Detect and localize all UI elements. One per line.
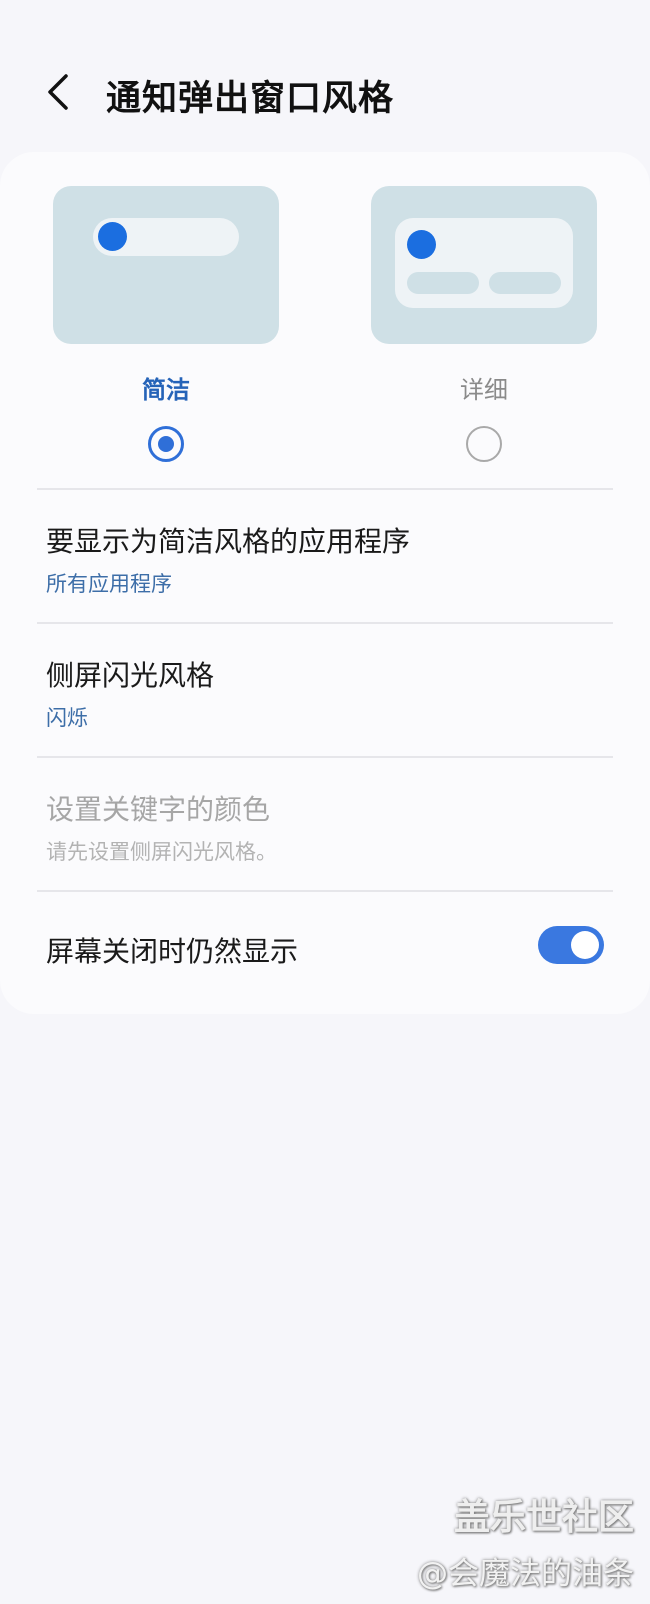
setting-title: 设置关键字的颜色 (46, 793, 271, 826)
simple-style-label[interactable]: 简洁 (53, 370, 279, 405)
preview-dot-icon (407, 230, 436, 259)
setting-title: 侧屏闪光风格 (46, 659, 215, 692)
setting-title: 要显示为简洁风格的应用程序 (46, 525, 411, 558)
detailed-style-preview[interactable] (371, 186, 597, 344)
setting-value: 闪烁 (46, 706, 88, 730)
show-when-screen-off-setting[interactable]: 屏幕关闭时仍然显示 (0, 892, 650, 1002)
detailed-style-label[interactable]: 详细 (371, 370, 597, 405)
preview-action-bar (489, 272, 561, 294)
edge-flash-style-setting[interactable]: 侧屏闪光风格 闪烁 (0, 624, 650, 756)
detailed-style-radio[interactable] (466, 426, 502, 462)
simple-style-radio[interactable] (148, 426, 184, 462)
preview-notification-card (395, 218, 573, 308)
chevron-left-icon (48, 74, 68, 110)
simple-apps-setting[interactable]: 要显示为简洁风格的应用程序 所有应用程序 (0, 490, 650, 622)
keyword-color-setting: 设置关键字的颜色 请先设置侧屏闪光风格。 (0, 758, 650, 890)
preview-action-bar (407, 272, 479, 294)
watermark-author: @会魔法的油条 (417, 1556, 634, 1592)
preview-dot-icon (98, 222, 127, 251)
back-button[interactable] (40, 68, 80, 116)
page-title: 通知弹出窗口风格 (106, 79, 395, 119)
toggle-knob (571, 931, 599, 959)
top-app-bar: 通知弹出窗口风格 (0, 0, 650, 150)
setting-title: 屏幕关闭时仍然显示 (46, 935, 299, 968)
preview-notification-pill (93, 218, 239, 256)
setting-hint: 请先设置侧屏闪光风格。 (46, 840, 277, 864)
show-when-screen-off-toggle[interactable] (538, 926, 604, 964)
settings-card: 简洁 详细 要显示为简洁风格的应用程序 所有应用程序 侧屏闪光风格 闪烁 设置关… (0, 152, 650, 1014)
simple-style-preview[interactable] (53, 186, 279, 344)
setting-value: 所有应用程序 (46, 572, 172, 596)
watermark-community: 盖乐世社区 (453, 1497, 634, 1538)
